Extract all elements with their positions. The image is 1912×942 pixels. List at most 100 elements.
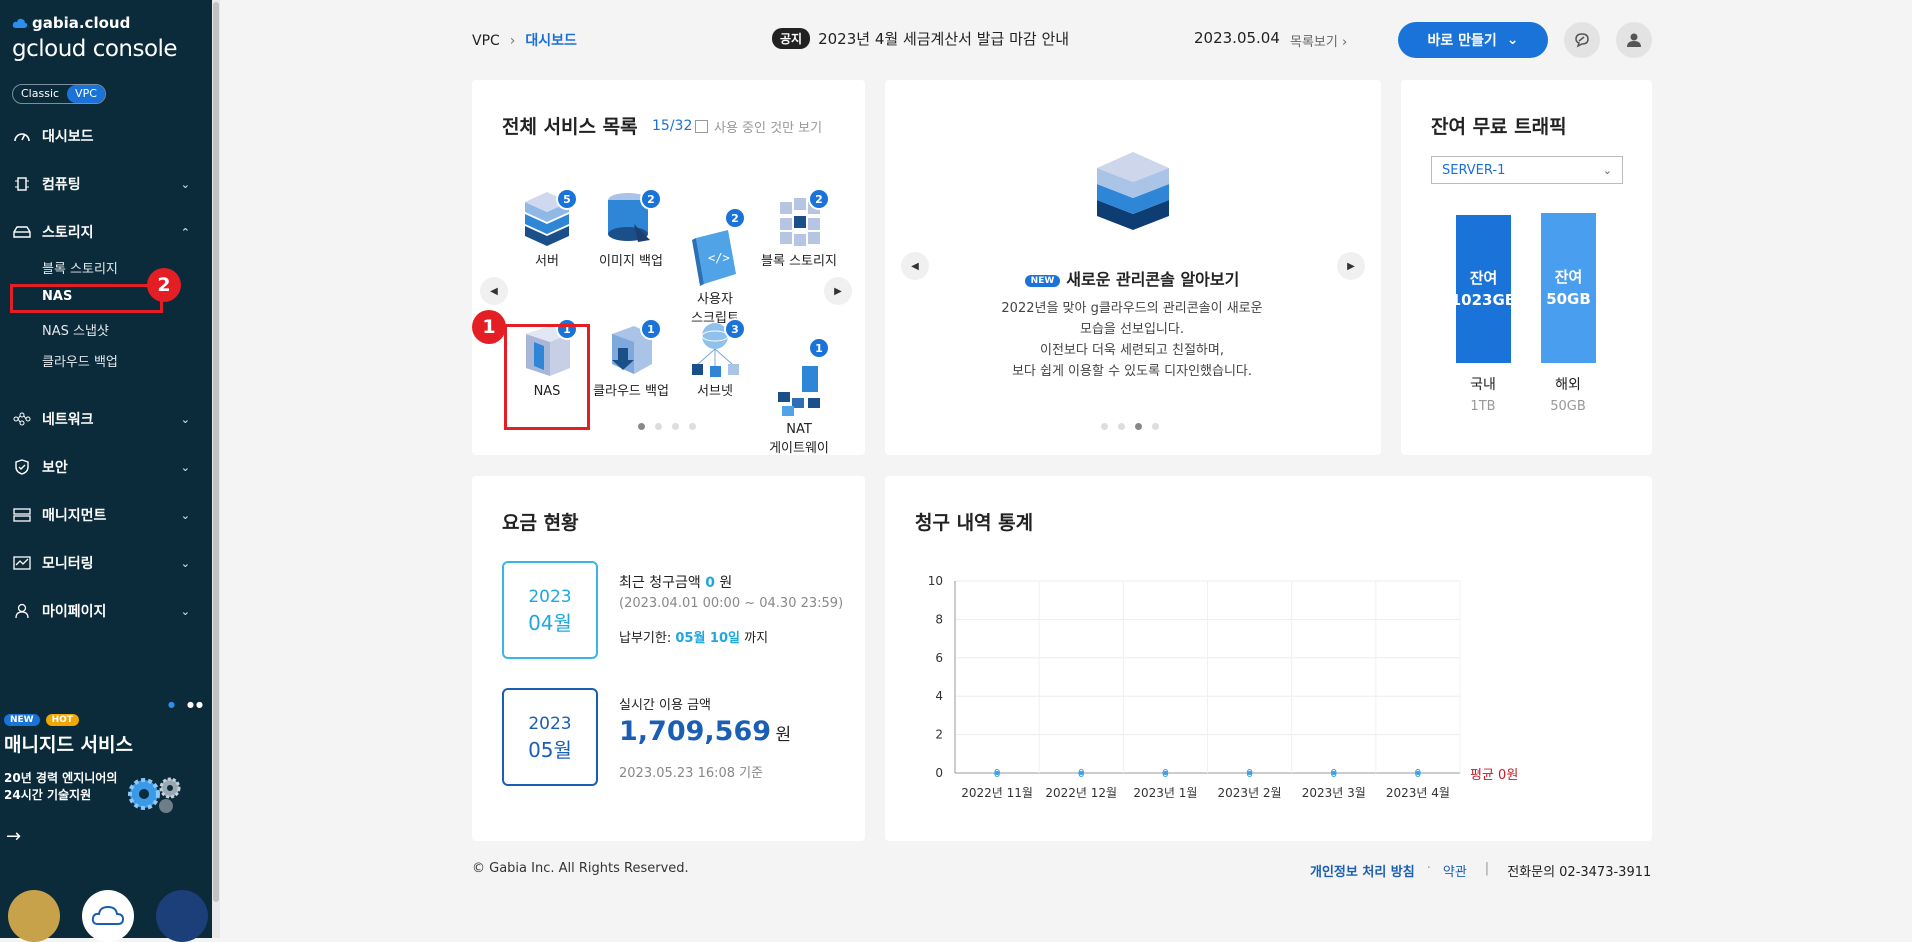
- domestic-total: 1TB: [1470, 399, 1496, 414]
- service-list-title: 전체 서비스 목록: [502, 116, 638, 138]
- chat-icon: [1575, 33, 1589, 48]
- chip-icon: [12, 174, 32, 194]
- sub-block-storage[interactable]: 블록 스토리지: [42, 258, 118, 277]
- nav-monitoring[interactable]: 모니터링 ⌄: [0, 543, 212, 583]
- breadcrumb-root[interactable]: VPC: [472, 33, 500, 49]
- chevron-down-icon: ⌄: [180, 177, 190, 191]
- domestic-label: 국내: [1470, 377, 1496, 393]
- nav-label: 매니지먼트: [42, 508, 107, 524]
- chevron-down-icon: ⌄: [1506, 32, 1519, 48]
- nav-storage[interactable]: 스토리지 ⌃: [0, 212, 212, 252]
- dashboard-icon: [12, 126, 32, 146]
- service-name: 클라우드 백업: [593, 384, 669, 399]
- promo-banner[interactable]: ● ●● NEW HOT 매니지드 서비스 20년 경력 엔지니어의 24시간 기…: [0, 680, 212, 860]
- slide-line: 2022년을 맞아 g클라우드의 관리콘솔이 새로운: [1001, 301, 1263, 316]
- nav-network[interactable]: 네트워크 ⌄: [0, 399, 212, 439]
- realtime-month: 05월: [528, 738, 572, 762]
- service-count: 15/32: [652, 118, 693, 134]
- slide-line: 보다 쉽게 이용할 수 있도록 디자인했습니다.: [1011, 364, 1253, 379]
- x-tick-label: 2022년 11월: [961, 786, 1033, 800]
- x-tick-label: 2022년 12월: [1045, 786, 1117, 800]
- service-nat-gateway[interactable]: 1 NAT 게이트웨이: [754, 320, 844, 477]
- nav-label: 모니터링: [42, 556, 94, 572]
- service-subnet[interactable]: 3 서브넷: [670, 318, 760, 401]
- server-select[interactable]: SERVER-1 ⌄: [1431, 156, 1623, 184]
- y-tick-label: 10: [928, 574, 943, 588]
- service-list-card: 전체 서비스 목록 15/32 사용 중인 것만 보기 ◀ ▶ 5 서버 2 이…: [472, 80, 865, 456]
- nav-mypage[interactable]: 마이페이지 ⌄: [0, 591, 212, 631]
- chat-button[interactable]: [1564, 22, 1600, 58]
- service-name: 블록 스토리지: [761, 254, 837, 269]
- sub-cloud-backup[interactable]: 클라우드 백업: [42, 351, 118, 370]
- nav-label: 마이페이지: [42, 604, 107, 620]
- domestic-traffic-bar: 잔여 1023GB: [1451, 215, 1516, 363]
- data-label: 0: [994, 767, 1001, 780]
- promo-desc: 20년 경력 엔지니어의 24시간 기술지원: [4, 770, 117, 804]
- nat-gateway-icon: 1: [772, 337, 830, 416]
- billing-average: 평균 0원: [1470, 768, 1519, 783]
- in-use-filter[interactable]: 사용 중인 것만 보기: [695, 117, 822, 136]
- due-date: 05월 10일: [675, 631, 740, 646]
- service-count-badge: 1: [640, 318, 662, 340]
- overseas-label: 해외: [1555, 377, 1581, 393]
- service-cloud-backup[interactable]: 1 클라우드 백업: [586, 318, 676, 401]
- user-icon: [12, 601, 32, 621]
- block-storage-icon: 2: [772, 188, 830, 250]
- breadcrumb-current: 대시보드: [525, 33, 577, 49]
- toggle-classic[interactable]: Classic: [13, 85, 67, 103]
- slide-title-text: 새로운 관리콘솔 알아보기: [1066, 270, 1240, 289]
- nav-computing[interactable]: 컴퓨팅 ⌄: [0, 164, 212, 204]
- terms-link[interactable]: 약관: [1443, 861, 1467, 880]
- service-prev-button[interactable]: ◀: [480, 277, 508, 305]
- gears-icon: [128, 777, 181, 813]
- sidebar-scrollbar[interactable]: [212, 0, 220, 938]
- recent-unit: 원: [714, 575, 733, 591]
- toggle-vpc[interactable]: VPC: [67, 85, 105, 103]
- in-use-checkbox[interactable]: [695, 120, 708, 133]
- notice-bar[interactable]: 공지 2023년 4월 세금계산서 발급 마감 안내: [772, 28, 1069, 49]
- breadcrumb: VPC › 대시보드: [472, 30, 577, 50]
- cloud-logo-icon: [12, 18, 28, 28]
- nav-label: 대시보드: [42, 129, 94, 145]
- arrow-right-icon[interactable]: →: [6, 826, 21, 847]
- privacy-link[interactable]: 개인정보 처리 방침: [1310, 861, 1415, 880]
- notice-text[interactable]: 2023년 4월 세금계산서 발급 마감 안내: [818, 28, 1069, 49]
- recent-year: 2023: [528, 587, 572, 607]
- nav-dashboard[interactable]: 대시보드: [0, 116, 212, 156]
- chevron-right-icon: ›: [509, 33, 516, 49]
- slide-pagination[interactable]: [1101, 423, 1159, 430]
- csap-cert-icon: [156, 890, 208, 942]
- new-tag: NEW: [4, 714, 40, 726]
- cloud-backup-icon: 1: [604, 318, 662, 380]
- service-server[interactable]: 5 서버: [502, 188, 592, 271]
- profile-button[interactable]: [1616, 22, 1652, 58]
- free-traffic-card: 잔여 무료 트래픽 SERVER-1 ⌄ 잔여 1023GB 잔여 50GB 국내…: [1401, 80, 1652, 455]
- server-icon: 5: [520, 188, 578, 250]
- overseas-traffic-bar: 잔여 50GB: [1541, 213, 1596, 363]
- service-next-button[interactable]: ▶: [824, 277, 852, 305]
- highlight-box-nas-menu: [10, 284, 163, 313]
- y-tick-label: 4: [935, 689, 943, 703]
- service-count-badge: 2: [808, 188, 830, 210]
- notice-list-link[interactable]: 목록보기 ›: [1290, 31, 1347, 50]
- nav-label: 컴퓨팅: [42, 177, 81, 193]
- hot-tag: HOT: [45, 714, 79, 726]
- svg-text:</>: </>: [708, 251, 730, 265]
- gabia-logo[interactable]: gabia.cloud: [12, 14, 130, 32]
- highlight-box-nas-service: [504, 324, 590, 430]
- nav-management[interactable]: 매니지먼트 ⌄: [0, 495, 212, 535]
- y-tick-label: 0: [935, 766, 943, 780]
- promo-pagination[interactable]: ● ●●: [168, 700, 205, 709]
- service-block-storage[interactable]: 2 블록 스토리지: [754, 188, 844, 271]
- sub-nas-snapshot[interactable]: NAS 스냅샷: [42, 320, 109, 339]
- data-label: 0: [1330, 767, 1337, 780]
- quick-create-button[interactable]: 바로 만들기 ⌄: [1398, 22, 1548, 58]
- promo-desc-line: 20년 경력 엔지니어의: [4, 771, 118, 785]
- classic-vpc-toggle[interactable]: Classic VPC: [12, 84, 106, 104]
- nav-security[interactable]: 보안 ⌄: [0, 447, 212, 487]
- service-count-badge: 2: [724, 207, 746, 229]
- y-tick-label: 8: [935, 612, 943, 626]
- slide-title[interactable]: NEW 새로운 관리콘솔 알아보기: [885, 266, 1379, 290]
- service-image-backup[interactable]: 2 이미지 백업: [586, 188, 676, 271]
- service-pagination[interactable]: [638, 423, 696, 430]
